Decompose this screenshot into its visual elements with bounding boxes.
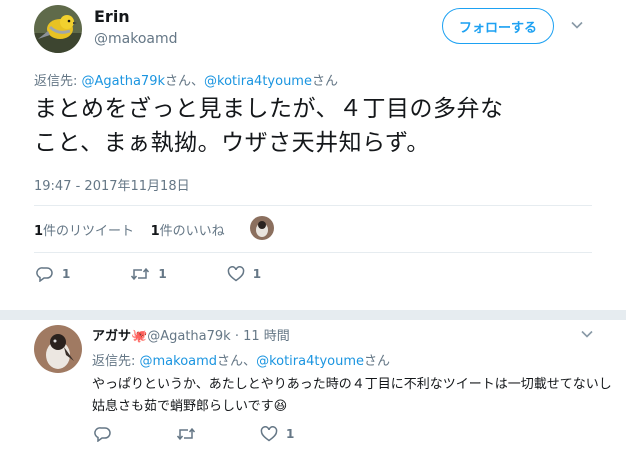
retweet-stat-label: 件のリツイート: [43, 224, 135, 239]
meta-separator: ·: [230, 329, 244, 344]
like-count: 1: [252, 267, 262, 281]
like-icon: [227, 266, 245, 282]
erin-avatar[interactable]: [34, 5, 82, 53]
reply-joiner: さん、: [217, 354, 257, 369]
main-tweet: Erin @makoamd フォローする 返信先: @Agatha79kさん、@…: [0, 0, 626, 310]
like-button[interactable]: 1: [227, 266, 261, 282]
display-name[interactable]: Erin: [94, 7, 130, 26]
retweet-stat-count: 1: [34, 224, 44, 239]
reply-suffix: さん: [311, 74, 338, 89]
chevron-down-icon[interactable]: [570, 18, 584, 32]
reply-button[interactable]: [94, 426, 112, 442]
reply-user-link[interactable]: @kotira4tyoume: [204, 74, 312, 89]
octopus-emoji: 🐙: [131, 329, 148, 344]
chevron-down-icon[interactable]: [580, 327, 594, 341]
reply-count: 1: [62, 267, 71, 281]
tweet-timestamp[interactable]: 19:47 - 2017年11月18日: [34, 175, 190, 194]
tweet-text: まとめをざっと見ましたが、４丁目の多弁な こと、まぁ執拗。ウザさ天井知らず。: [34, 92, 594, 160]
reply-display-name[interactable]: アガサ: [92, 329, 131, 344]
tweet-text-line: こと、まぁ執拗。ウザさ天井知らず。: [34, 130, 430, 156]
reply-text: やっぱりというか、あたしとやりあった時の４丁目に不利なツイートは一切載せてないし…: [92, 377, 612, 414]
tweet-stats: 1件のリツイート 1件のいいね: [34, 220, 225, 239]
like-count: 1: [286, 427, 295, 441]
reply-handle[interactable]: @Agatha79k: [147, 329, 230, 344]
replying-to: 返信先: @Agatha79kさん、@kotira4tyoumeさん: [34, 70, 338, 89]
like-button[interactable]: 1: [260, 426, 294, 442]
tweet-actions: 1 1 1: [36, 266, 321, 282]
reply-suffix: さん: [364, 354, 391, 369]
reply-icon: [36, 266, 54, 282]
retweet-icon: [176, 426, 196, 442]
user-handle[interactable]: @makoamd: [94, 31, 178, 47]
follow-button[interactable]: フォローする: [442, 8, 554, 44]
retweet-button[interactable]: 1: [130, 266, 167, 282]
divider: [34, 252, 592, 253]
like-icon: [260, 426, 278, 442]
reply-icon: [94, 426, 112, 442]
retweet-icon: [130, 266, 150, 282]
reply-prefix: 返信先:: [92, 354, 140, 369]
reply-time[interactable]: 11 時間: [243, 329, 290, 344]
like-stat[interactable]: 1件のいいね: [151, 224, 225, 239]
tweet-text-line: まとめをざっと見ましたが、４丁目の多弁な: [34, 96, 504, 122]
like-stat-count: 1: [150, 224, 160, 239]
reply-prefix: 返信先:: [34, 74, 82, 89]
reply-header: アガサ🐙@Agatha79k · 11 時間: [92, 325, 290, 344]
retweet-button[interactable]: [176, 426, 196, 442]
reply-joiner: さん、: [165, 74, 205, 89]
retweet-stat[interactable]: 1件のリツイート: [34, 224, 134, 239]
reply-user-link[interactable]: @makoamd: [140, 354, 218, 369]
divider: [34, 205, 592, 206]
thread-separator: [0, 310, 626, 320]
reply-button[interactable]: 1: [36, 266, 70, 282]
reply-user-link[interactable]: @kotira4tyoume: [256, 354, 364, 369]
replying-to: 返信先: @makoamdさん、@kotira4tyoumeさん: [92, 350, 390, 369]
reply-actions: 1: [94, 426, 354, 442]
retweet-count: 1: [158, 267, 167, 281]
reply-user-link[interactable]: @Agatha79k: [82, 74, 165, 89]
agatha-avatar[interactable]: [34, 325, 82, 373]
liker-avatar[interactable]: [250, 216, 274, 240]
like-stat-label: 件のいいね: [159, 224, 225, 239]
